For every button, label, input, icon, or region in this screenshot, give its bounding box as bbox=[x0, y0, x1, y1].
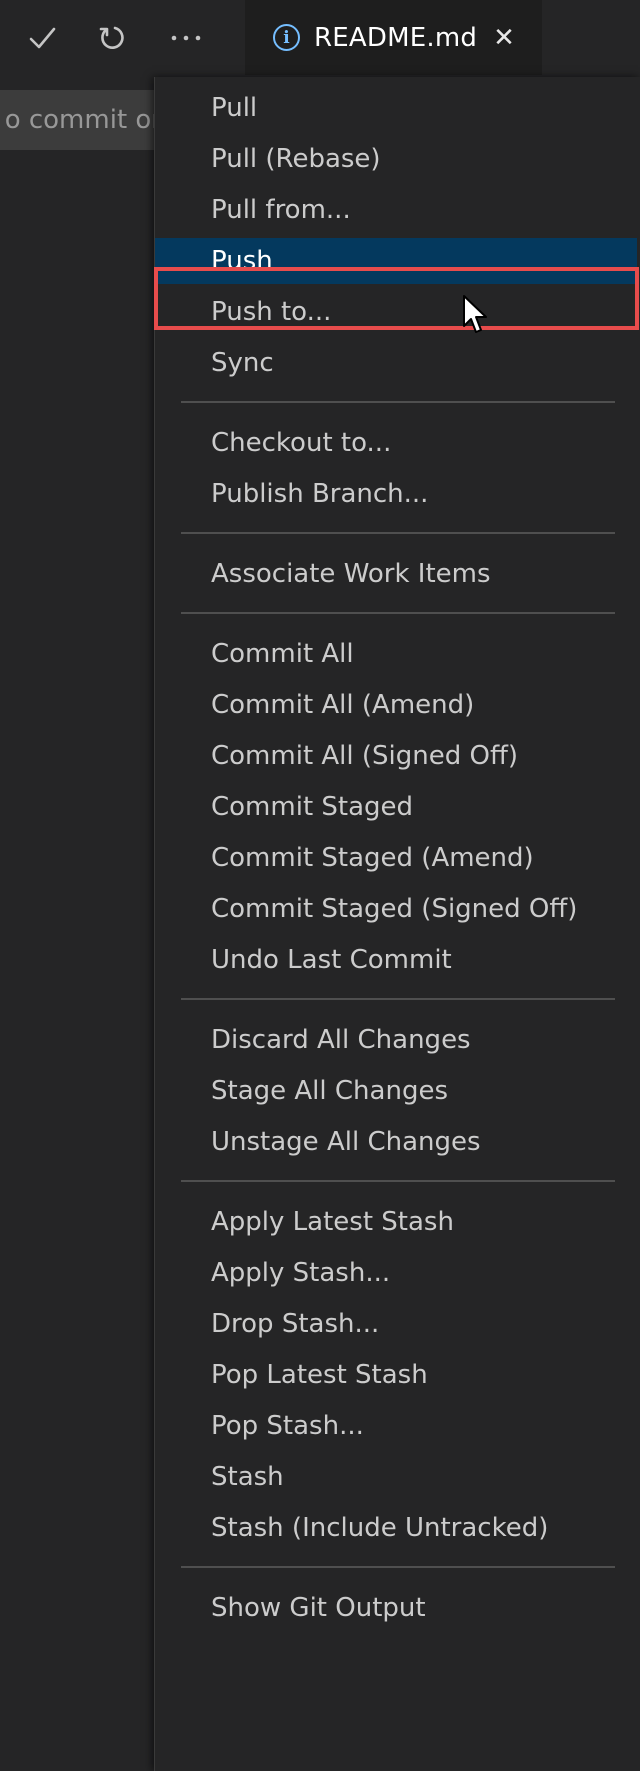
menu-item-unstage-all-changes[interactable]: Unstage All Changes bbox=[179, 1119, 615, 1165]
menu-item-drop-stash[interactable]: Drop Stash... bbox=[179, 1301, 615, 1347]
menu-separator bbox=[181, 998, 615, 1000]
menu-separator bbox=[181, 1566, 615, 1568]
menu-item-pull-rebase[interactable]: Pull (Rebase) bbox=[179, 136, 615, 182]
menu-item-commit-staged-amend[interactable]: Commit Staged (Amend) bbox=[179, 835, 615, 881]
menu-item-pop-latest-stash[interactable]: Pop Latest Stash bbox=[179, 1352, 615, 1398]
menu-item-stash[interactable]: Stash bbox=[179, 1454, 615, 1500]
menu-separator bbox=[181, 612, 615, 614]
info-icon: i bbox=[273, 24, 300, 51]
menu-item-pull[interactable]: Pull bbox=[179, 85, 615, 131]
scm-toolbar: i README.md ✕ bbox=[0, 0, 640, 75]
menu-item-commit-staged[interactable]: Commit Staged bbox=[179, 784, 615, 830]
menu-item-commit-all-signed-off[interactable]: Commit All (Signed Off) bbox=[179, 733, 615, 779]
menu-separator bbox=[181, 1180, 615, 1182]
refresh-button[interactable] bbox=[88, 14, 136, 62]
menu-item-pop-stash[interactable]: Pop Stash... bbox=[179, 1403, 615, 1449]
git-context-menu: Pull Pull (Rebase) Pull from... Push Push to… bbox=[154, 77, 640, 1771]
menu-item-discard-all-changes[interactable]: Discard All Changes bbox=[179, 1017, 615, 1063]
menu-item-stage-all-changes[interactable]: Stage All Changes bbox=[179, 1068, 615, 1114]
menu-item-push[interactable]: Push bbox=[155, 238, 637, 284]
menu-separator bbox=[181, 401, 615, 403]
menu-item-checkout-to[interactable]: Checkout to... bbox=[179, 420, 615, 466]
menu-item-associate-work-items[interactable]: Associate Work Items bbox=[179, 551, 615, 597]
menu-item-publish-branch[interactable]: Publish Branch... bbox=[179, 471, 615, 517]
ellipsis-icon bbox=[171, 35, 201, 41]
close-icon[interactable]: ✕ bbox=[493, 25, 515, 51]
menu-item-commit-all-amend[interactable]: Commit All (Amend) bbox=[179, 682, 615, 728]
menu-item-show-git-output[interactable]: Show Git Output bbox=[179, 1585, 615, 1631]
commit-message-placeholder: o commit or bbox=[4, 105, 154, 135]
menu-item-apply-stash[interactable]: Apply Stash... bbox=[179, 1250, 615, 1296]
refresh-icon bbox=[99, 26, 124, 49]
menu-item-commit-all[interactable]: Commit All bbox=[179, 631, 615, 677]
menu-item-push-to[interactable]: Push to... bbox=[179, 289, 615, 335]
menu-item-undo-last-commit[interactable]: Undo Last Commit bbox=[179, 937, 615, 983]
tab-readme[interactable]: i README.md ✕ bbox=[245, 0, 542, 75]
more-actions-button[interactable] bbox=[162, 14, 210, 62]
commit-message-input[interactable]: o commit or bbox=[0, 90, 154, 150]
commit-button[interactable] bbox=[18, 14, 66, 62]
menu-item-stash-include-untracked[interactable]: Stash (Include Untracked) bbox=[179, 1505, 615, 1551]
menu-item-commit-staged-signed-off[interactable]: Commit Staged (Signed Off) bbox=[179, 886, 615, 932]
mouse-pointer-icon bbox=[463, 295, 487, 333]
tab-label: README.md bbox=[314, 22, 478, 53]
checkmark-icon bbox=[29, 27, 56, 49]
scm-view: i README.md ✕ o commit or Pull Pull (Reba… bbox=[0, 0, 640, 1771]
menu-separator bbox=[181, 532, 615, 534]
menu-item-pull-from[interactable]: Pull from... bbox=[179, 187, 615, 233]
menu-item-apply-latest-stash[interactable]: Apply Latest Stash bbox=[179, 1199, 615, 1245]
menu-item-sync[interactable]: Sync bbox=[179, 340, 615, 386]
